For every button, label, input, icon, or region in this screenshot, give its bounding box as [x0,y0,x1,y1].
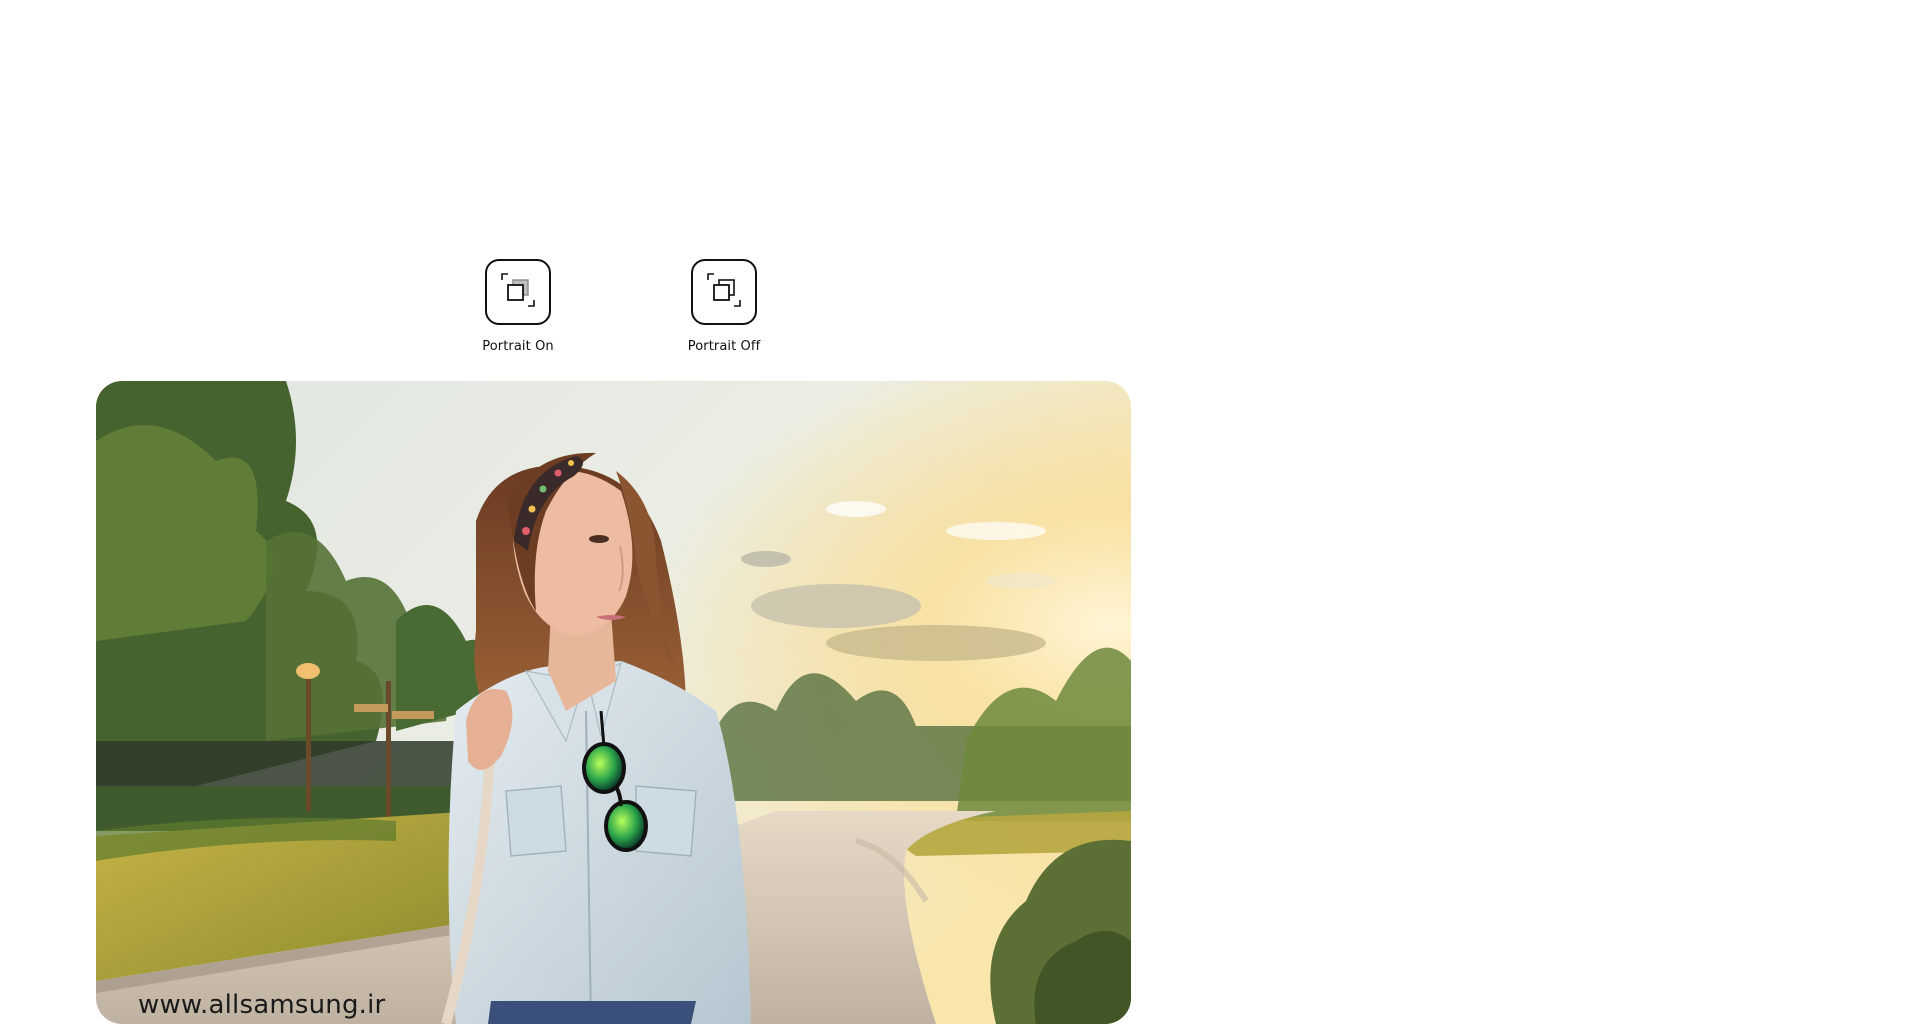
watermark-text: www.allsamsung.ir [138,990,386,1020]
portrait-on-icon [496,268,540,317]
portrait-photo-image [96,381,1131,1024]
page: Portrait On Portrait Off www.allsamsung.… [0,0,1920,1026]
portrait-off-toggle[interactable]: Portrait Off [654,259,794,354]
portrait-off-label: Portrait Off [687,339,761,354]
portrait-on-button[interactable] [485,259,551,325]
portrait-photo: www.allsamsung.ir [96,381,1131,1024]
portrait-on-toggle[interactable]: Portrait On [448,259,588,354]
portrait-off-button[interactable] [691,259,757,325]
portrait-on-label: Portrait On [482,339,554,354]
portrait-off-icon [702,268,746,317]
